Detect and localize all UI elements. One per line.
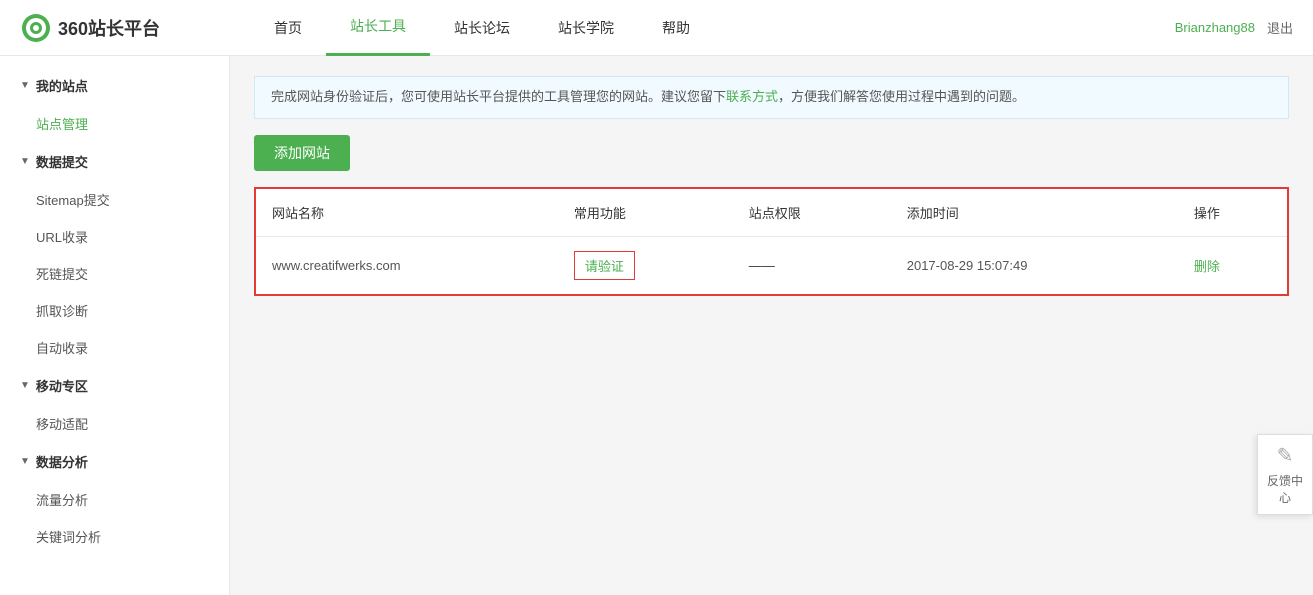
sidebar-group-mobile-label: 移动专区 — [36, 376, 88, 395]
user-area: Brianzhang88 退出 — [1175, 18, 1293, 37]
nav-forum[interactable]: 站长论坛 — [430, 0, 534, 56]
site-function: 请验证 — [558, 236, 733, 294]
sidebar-item-mobilefit[interactable]: 移动适配 — [0, 405, 229, 442]
feedback-label: 反馈中心 — [1267, 474, 1303, 505]
header: 360站长平台 首页 站长工具 站长论坛 站长学院 帮助 Brianzhang8… — [0, 0, 1313, 56]
table-header-row: 网站名称 常用功能 站点权限 添加时间 操作 — [256, 189, 1287, 237]
site-permission: —— — [733, 236, 891, 294]
notice-text: 完成网站身份验证后，您可使用站长平台提供的工具管理您的网站。建议您留下 — [271, 89, 726, 104]
sidebar-item-autoindex[interactable]: 自动收录 — [0, 329, 229, 366]
feedback-icon: ✎ — [1262, 443, 1308, 468]
sidebar-group-dataanalysis[interactable]: ▼ 数据分析 — [0, 442, 229, 481]
site-name: www.creatifwerks.com — [256, 236, 558, 294]
sidebar-item-crawl[interactable]: 抓取诊断 — [0, 292, 229, 329]
site-table: 网站名称 常用功能 站点权限 添加时间 操作 www.creatifwerks.… — [256, 189, 1287, 294]
nav-help[interactable]: 帮助 — [638, 0, 714, 56]
sidebar-group-mobile[interactable]: ▼ 移动专区 — [0, 366, 229, 405]
chevron-down-icon-3: ▼ — [20, 380, 30, 391]
logout-button[interactable]: 退出 — [1267, 18, 1293, 37]
sidebar-item-keywords[interactable]: 关键词分析 — [0, 518, 229, 555]
sidebar-item-traffic[interactable]: 流量分析 — [0, 481, 229, 518]
nav-tools[interactable]: 站长工具 — [326, 0, 430, 56]
notice-bar: 完成网站身份验证后，您可使用站长平台提供的工具管理您的网站。建议您留下联系方式，… — [254, 76, 1289, 119]
table-row: www.creatifwerks.com 请验证 —— 2017-08-29 1… — [256, 236, 1287, 294]
col-header-function: 常用功能 — [558, 189, 733, 237]
col-header-permission: 站点权限 — [733, 189, 891, 237]
sidebar: ▼ 我的站点 站点管理 ▼ 数据提交 Sitemap提交 URL收录 死链提交 … — [0, 56, 230, 595]
verify-button[interactable]: 请验证 — [574, 251, 635, 280]
chevron-down-icon: ▼ — [20, 80, 30, 91]
site-time: 2017-08-29 15:07:49 — [891, 236, 1178, 294]
username[interactable]: Brianzhang88 — [1175, 20, 1255, 35]
permission-dash: —— — [749, 258, 775, 273]
sidebar-item-sitemap[interactable]: Sitemap提交 — [0, 181, 229, 218]
main-layout: ▼ 我的站点 站点管理 ▼ 数据提交 Sitemap提交 URL收录 死链提交 … — [0, 56, 1313, 595]
sidebar-group-datasubmit-label: 数据提交 — [36, 152, 88, 171]
col-header-action: 操作 — [1178, 189, 1287, 237]
sidebar-item-sitemanage[interactable]: 站点管理 — [0, 105, 229, 142]
delete-link[interactable]: 删除 — [1194, 259, 1220, 274]
sidebar-group-datasubmit[interactable]: ▼ 数据提交 — [0, 142, 229, 181]
site-action: 删除 — [1178, 236, 1287, 294]
nav-home[interactable]: 首页 — [250, 0, 326, 56]
site-table-container: 网站名称 常用功能 站点权限 添加时间 操作 www.creatifwerks.… — [254, 187, 1289, 296]
col-header-time: 添加时间 — [891, 189, 1178, 237]
col-header-name: 网站名称 — [256, 189, 558, 237]
nav-academy[interactable]: 站长学院 — [534, 0, 638, 56]
content-area: 完成网站身份验证后，您可使用站长平台提供的工具管理您的网站。建议您留下联系方式，… — [230, 56, 1313, 595]
add-site-button[interactable]: 添加网站 — [254, 135, 350, 171]
logo-icon — [20, 12, 52, 44]
sidebar-group-dataanalysis-label: 数据分析 — [36, 452, 88, 471]
chevron-down-icon-2: ▼ — [20, 156, 30, 167]
nav-area: 首页 站长工具 站长论坛 站长学院 帮助 — [250, 0, 1175, 55]
sidebar-group-mysites-label: 我的站点 — [36, 76, 88, 95]
logo-text: 360站长平台 — [58, 15, 160, 41]
notice-suffix: ，方便我们解答您使用过程中遇到的问题。 — [778, 89, 1025, 104]
feedback-button[interactable]: ✎ 反馈中心 — [1257, 434, 1313, 515]
logo-area: 360站长平台 — [20, 12, 250, 44]
notice-link[interactable]: 联系方式 — [726, 89, 778, 104]
sidebar-item-url[interactable]: URL收录 — [0, 218, 229, 255]
sidebar-item-deadlink[interactable]: 死链提交 — [0, 255, 229, 292]
sidebar-group-mysites[interactable]: ▼ 我的站点 — [0, 66, 229, 105]
chevron-down-icon-4: ▼ — [20, 456, 30, 467]
